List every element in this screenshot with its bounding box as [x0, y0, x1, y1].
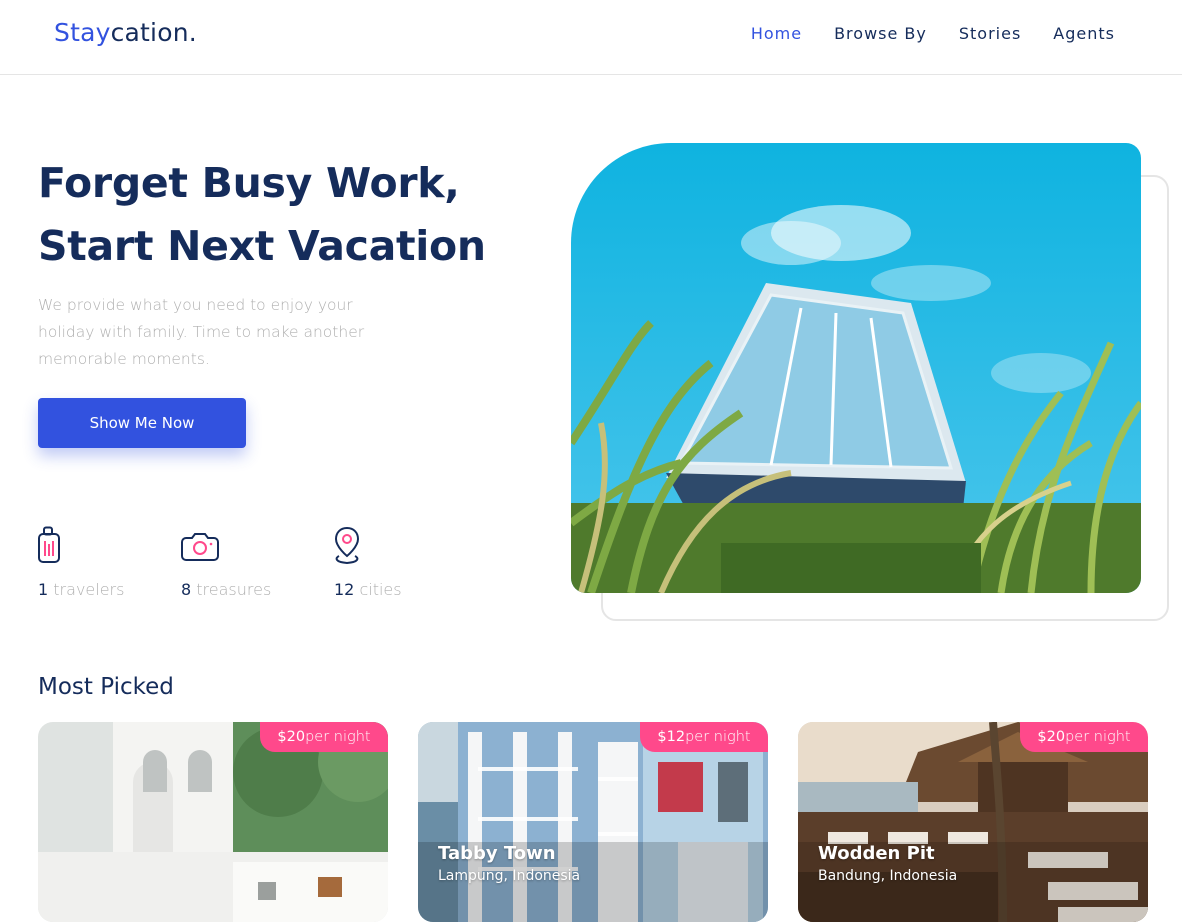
- property-card-2[interactable]: $12per night Tabby Town Lampung, Indones…: [418, 722, 768, 922]
- nav-agents[interactable]: Agents: [1053, 24, 1115, 43]
- price-badge: $20per night: [1020, 722, 1148, 752]
- property-card-3[interactable]: $20per night Wodden Pit Bandung, Indones…: [798, 722, 1148, 922]
- site-header: Staycation. Home Browse By Stories Agent…: [0, 0, 1182, 75]
- map-pin-icon: [334, 526, 360, 565]
- property-photo: [418, 722, 768, 922]
- property-name: Wodden Pit: [818, 843, 935, 864]
- property-photo: [38, 722, 388, 922]
- price-badge: $20per night: [260, 722, 388, 752]
- most-picked-title: Most Picked: [38, 674, 174, 700]
- hero-image: [571, 143, 1141, 593]
- luggage-icon: [38, 526, 60, 563]
- camera-icon: [181, 533, 219, 561]
- property-location: Lampung, Indonesia: [438, 868, 581, 884]
- hero-description: We provide what you need to enjoy your h…: [38, 296, 365, 368]
- main-nav: Home Browse By Stories Agents: [751, 24, 1115, 43]
- property-name: Tabby Town: [438, 843, 556, 864]
- nav-home[interactable]: Home: [751, 24, 802, 43]
- hero-photo: [571, 143, 1141, 593]
- nav-browse-by[interactable]: Browse By: [834, 24, 927, 43]
- property-photo: [798, 722, 1148, 922]
- property-location: Bandung, Indonesia: [818, 868, 958, 884]
- hero-title: Forget Busy Work, Start Next Vacation: [38, 159, 486, 270]
- brand-logo[interactable]: Staycation.: [54, 18, 197, 47]
- property-card-1[interactable]: $20per night: [38, 722, 388, 922]
- nav-stories[interactable]: Stories: [959, 24, 1021, 43]
- price-badge: $12per night: [640, 722, 768, 752]
- show-me-now-button[interactable]: Show Me Now: [38, 398, 246, 448]
